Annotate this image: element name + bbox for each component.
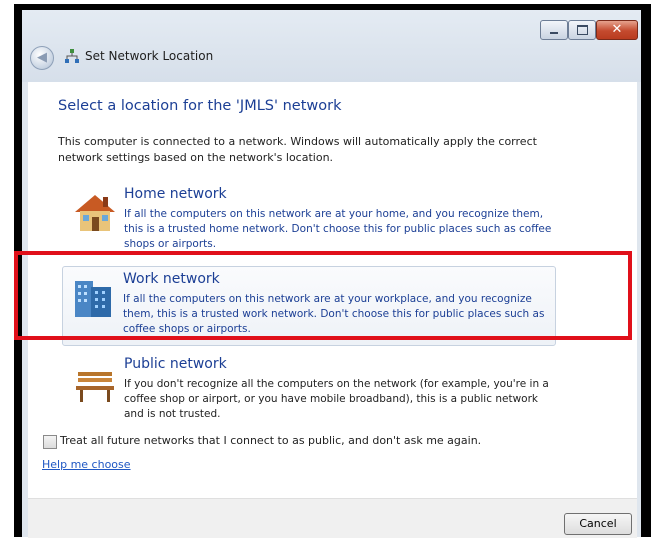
treat-public-checkbox[interactable]	[43, 435, 57, 449]
cancel-button[interactable]: Cancel	[564, 513, 632, 535]
close-icon: ✕	[611, 22, 623, 37]
dialog-footer	[28, 498, 637, 538]
minimize-button[interactable]	[540, 20, 568, 40]
network-icon	[65, 49, 79, 63]
highlight-box-work-network	[14, 251, 632, 340]
option-home-description: If all the computers on this network are…	[124, 208, 552, 250]
maximize-icon	[577, 25, 588, 35]
option-home-title: Home network	[124, 186, 227, 202]
title-bar: ✕ ◀ Set Network Location	[22, 10, 641, 82]
option-public-description: If you don't recognize all the computers…	[124, 378, 549, 420]
house-icon	[75, 195, 115, 231]
window-title: Set Network Location	[85, 49, 214, 63]
treat-public-checkbox-label: Treat all future networks that I connect…	[60, 434, 482, 447]
close-button[interactable]: ✕	[596, 20, 638, 40]
minimize-icon	[550, 32, 558, 34]
intro-text: This computer is connected to a network.…	[58, 135, 537, 164]
option-home-network[interactable]: Home network If all the computers on thi…	[64, 182, 558, 262]
option-public-title: Public network	[124, 356, 227, 372]
back-arrow-icon: ◀	[37, 50, 47, 65]
back-button[interactable]: ◀	[30, 46, 54, 70]
park-bench-icon	[76, 372, 114, 402]
maximize-button[interactable]	[568, 20, 596, 40]
screenshot-frame-right	[641, 4, 651, 537]
help-me-choose-link[interactable]: Help me choose	[42, 458, 131, 471]
page-heading: Select a location for the 'JMLS' network	[58, 98, 342, 114]
option-public-network[interactable]: Public network If you don't recognize al…	[64, 352, 558, 432]
